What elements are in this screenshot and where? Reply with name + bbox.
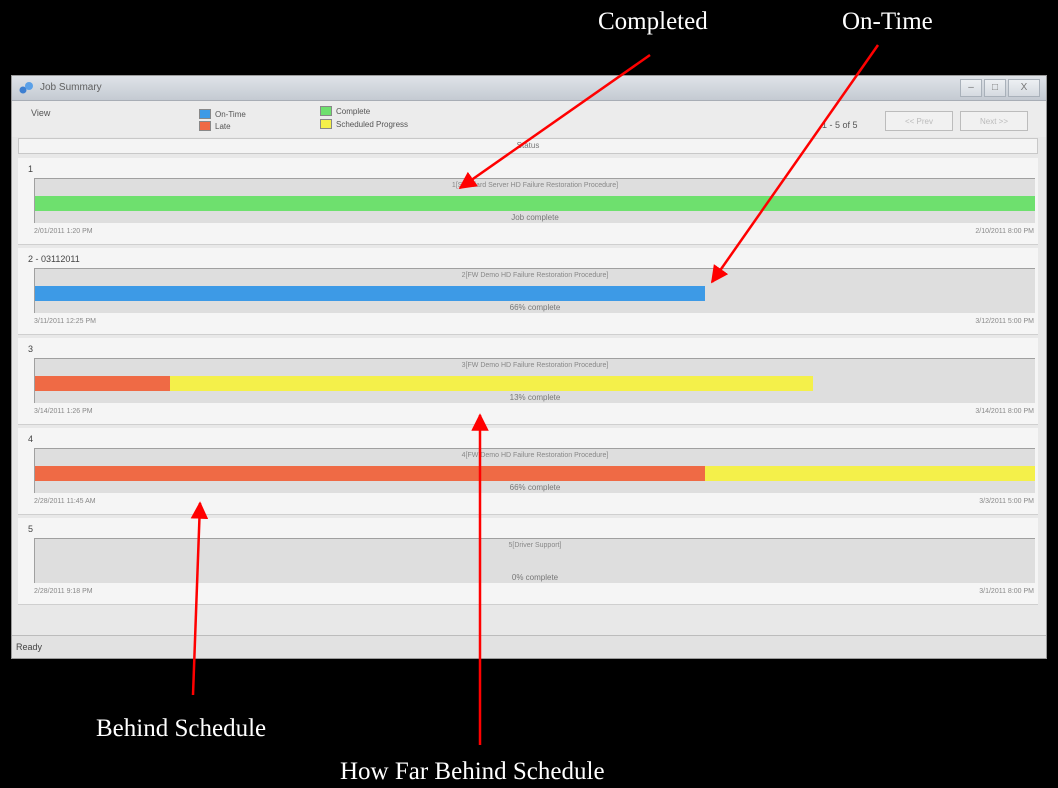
complete-bar xyxy=(35,196,1035,211)
legend-scheduled-progress: Scheduled Progress xyxy=(320,119,408,129)
legend-label-scheduled: Scheduled Progress xyxy=(336,119,409,129)
job-progress-track: 5[Driver Support] 0% complete xyxy=(34,538,1035,583)
procedure-name: 4[FW Demo HD Failure Restoration Procedu… xyxy=(461,452,609,459)
job-progress-track: 2[FW Demo HD Failure Restoration Procedu… xyxy=(34,268,1035,313)
procedure-name: 2[FW Demo HD Failure Restoration Procedu… xyxy=(461,272,609,279)
job-number: 2 - 03112011 xyxy=(28,254,80,264)
close-button[interactable]: X xyxy=(1008,79,1040,97)
job-progress-track: 4[FW Demo HD Failure Restoration Procedu… xyxy=(34,448,1035,493)
job-row: 1 1[Standard Server HD Failure Restorati… xyxy=(18,158,1038,245)
late-bar xyxy=(35,466,705,481)
legend-label-on-time: On-Time xyxy=(215,109,246,119)
procedure-name: 3[FW Demo HD Failure Restoration Procedu… xyxy=(461,362,609,369)
end-date: 3/3/2011 5:00 PM xyxy=(979,498,1034,505)
next-button[interactable]: Next >> xyxy=(960,111,1028,131)
status-bar: Ready xyxy=(12,635,1046,658)
job-number: 1 xyxy=(28,164,34,174)
job-status-text: 66% complete xyxy=(509,483,561,492)
end-date: 3/1/2011 8:00 PM xyxy=(979,588,1034,595)
job-status-text: 66% complete xyxy=(509,303,561,312)
legend-swatch-scheduled xyxy=(320,119,332,129)
job-status-text: 13% complete xyxy=(509,393,561,402)
legend-swatch-complete xyxy=(320,106,332,116)
start-date: 2/28/2011 11:45 AM xyxy=(34,498,96,505)
legend-swatch-late xyxy=(199,121,211,131)
job-progress-track: 1[Standard Server HD Failure Restoration… xyxy=(34,178,1035,223)
job-status-text: 0% complete xyxy=(511,573,559,582)
job-number: 3 xyxy=(28,344,34,354)
view-label: View xyxy=(31,108,51,118)
window-title: Job Summary xyxy=(40,82,102,93)
minimize-button[interactable]: – xyxy=(960,79,982,97)
start-date: 2/28/2011 9:18 PM xyxy=(34,588,93,595)
page-indicator: 1 - 5 of 5 xyxy=(822,120,858,130)
start-date: 2/01/2011 1:20 PM xyxy=(34,228,93,235)
status-column-header[interactable]: Status xyxy=(18,138,1038,154)
job-row: 2 - 03112011 2[FW Demo HD Failure Restor… xyxy=(18,248,1038,335)
title-bar[interactable]: Job Summary – □ X xyxy=(12,76,1046,101)
start-date: 3/14/2011 1:26 PM xyxy=(34,408,93,415)
legend-late: Late xyxy=(199,121,231,131)
start-date: 3/11/2011 12:25 PM xyxy=(34,318,97,325)
procedure-name: 5[Driver Support] xyxy=(508,542,562,549)
legend-label-late: Late xyxy=(215,121,231,131)
status-text: Ready xyxy=(16,642,43,652)
procedure-name: 1[Standard Server HD Failure Restoration… xyxy=(451,182,619,189)
end-date: 2/10/2011 8:00 PM xyxy=(975,228,1034,235)
on-time-bar xyxy=(35,286,705,301)
job-row: 4 4[FW Demo HD Failure Restoration Proce… xyxy=(18,428,1038,515)
job-number: 5 xyxy=(28,524,34,534)
toolbar: View On-Time Late Complete Scheduled Pro… xyxy=(12,101,1046,137)
job-row: 5 5[Driver Support] 0% complete 2/28/201… xyxy=(18,518,1038,605)
late-bar xyxy=(35,376,170,391)
prev-button[interactable]: << Prev xyxy=(885,111,953,131)
maximize-button[interactable]: □ xyxy=(984,79,1006,97)
legend-label-complete: Complete xyxy=(336,106,371,116)
job-progress-track: 3[FW Demo HD Failure Restoration Procedu… xyxy=(34,358,1035,403)
annotation-behind-schedule: Behind Schedule xyxy=(96,715,267,742)
annotation-how-far-behind: How Far Behind Schedule xyxy=(340,758,605,785)
annotation-on-time: On-Time xyxy=(842,8,933,35)
end-date: 3/14/2011 8:00 PM xyxy=(975,408,1034,415)
legend-swatch-on-time xyxy=(199,109,211,119)
end-date: 3/12/2011 5:00 PM xyxy=(975,318,1034,325)
job-status-text: Job complete xyxy=(511,213,559,222)
job-row: 3 3[FW Demo HD Failure Restoration Proce… xyxy=(18,338,1038,425)
legend-complete: Complete xyxy=(320,106,370,116)
job-summary-window: Job Summary – □ X View On-Time Late Comp… xyxy=(11,75,1047,659)
legend-on-time: On-Time xyxy=(199,109,246,119)
app-icon xyxy=(19,82,33,94)
job-number: 4 xyxy=(28,434,34,444)
annotation-completed: Completed xyxy=(598,8,708,35)
